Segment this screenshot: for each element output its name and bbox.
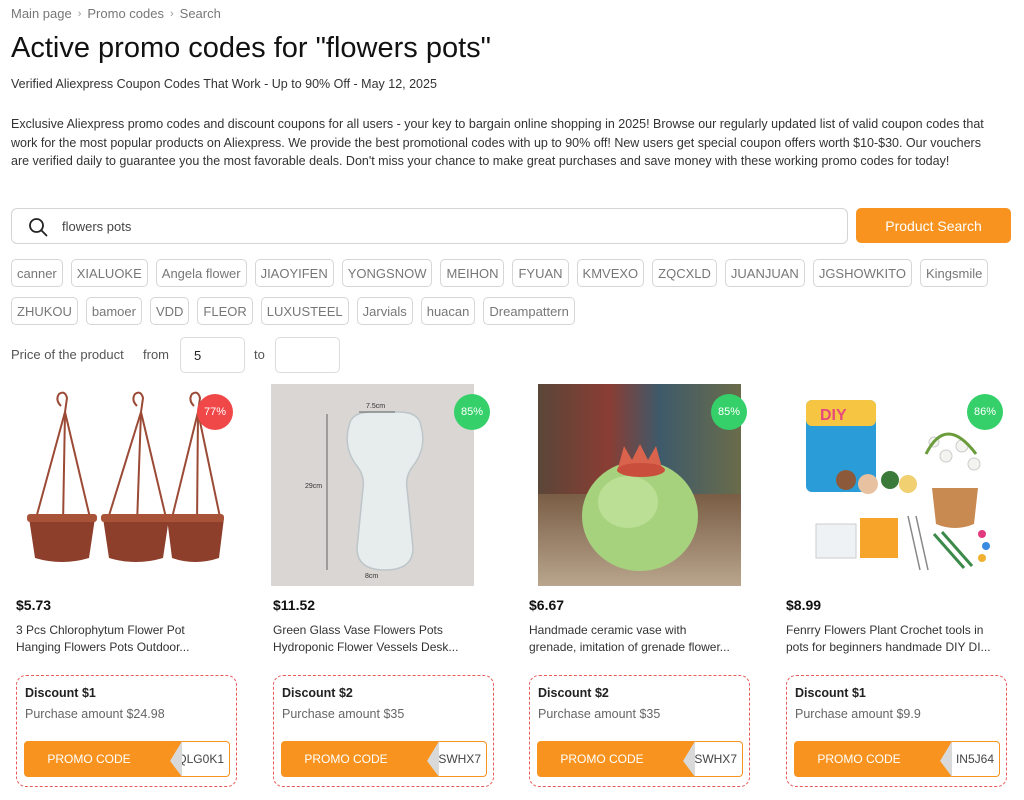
product-title[interactable]: Green Glass Vase Flowers Pots Hydroponic… bbox=[273, 622, 487, 655]
promo-code-button[interactable]: PROMO CODE bbox=[537, 741, 695, 777]
breadcrumb: Main page › Promo codes › Search bbox=[11, 6, 221, 21]
product-title[interactable]: 3 Pcs Chlorophytum Flower Pot Hanging Fl… bbox=[16, 622, 230, 655]
product-card[interactable]: 85% $6.67 Handmade ceramic vase with gre… bbox=[524, 384, 750, 794]
brand-tag[interactable]: bamoer bbox=[85, 297, 142, 325]
search-icon bbox=[29, 218, 48, 237]
brand-tag[interactable]: canner bbox=[11, 259, 63, 287]
coupon-discount: Discount $1 bbox=[25, 686, 96, 700]
coupon-box: Discount $1 Purchase amount $24.98 QLG0K… bbox=[16, 675, 237, 787]
product-price: $5.73 bbox=[16, 597, 52, 613]
product-title[interactable]: Handmade ceramic vase with grenade, imit… bbox=[529, 622, 743, 655]
product-title-line: pots for beginners handmade DIY DI... bbox=[786, 639, 991, 654]
coupon-discount: Discount $2 bbox=[282, 686, 353, 700]
price-to-input[interactable] bbox=[275, 337, 340, 373]
coupon-box: Discount $2 Purchase amount $35 SWHX7 PR… bbox=[529, 675, 750, 787]
product-price: $6.67 bbox=[529, 597, 565, 613]
coupon-discount: Discount $2 bbox=[538, 686, 609, 700]
vase-dimension-bottom: 8cm bbox=[365, 573, 378, 580]
coupon-purchase-amount: Purchase amount $35 bbox=[282, 707, 405, 721]
tab-fold-icon bbox=[160, 741, 182, 777]
coupon-purchase-amount: Purchase amount $9.9 bbox=[795, 707, 921, 721]
brand-tag[interactable]: Jarvials bbox=[356, 297, 413, 325]
product-title[interactable]: Fenrry Flowers Plant Crochet tools in po… bbox=[786, 622, 1000, 655]
product-title-line: Fenrry Flowers Plant Crochet tools in bbox=[786, 623, 984, 637]
price-filter-label: Price of the product bbox=[11, 347, 124, 362]
product-card[interactable]: DIY 86% $8.99 Fenrry Flowers Plant Croch… bbox=[781, 384, 1007, 794]
tab-fold-icon bbox=[673, 741, 695, 777]
promo-code-reveal[interactable]: SWHX7 PROMO CODE bbox=[537, 741, 743, 777]
coupon-box: Discount $2 Purchase amount $35 SWHX7 PR… bbox=[273, 675, 494, 787]
coupon-discount: Discount $1 bbox=[795, 686, 866, 700]
coupon-purchase-amount: Purchase amount $24.98 bbox=[25, 707, 165, 721]
discount-percent-badge: 77% bbox=[197, 394, 233, 430]
kit-brand-text: DIY bbox=[820, 407, 847, 424]
tab-fold-icon bbox=[417, 741, 439, 777]
promo-code-button[interactable]: PROMO CODE bbox=[281, 741, 439, 777]
intro-text: Exclusive Aliexpress promo codes and dis… bbox=[11, 117, 984, 168]
brand-tag-list: canner XIALUOKE Angela flower JIAOYIFEN YONG… bbox=[11, 259, 1011, 325]
chevron-right-icon: › bbox=[77, 7, 82, 20]
vase-dimension-top: 7.5cm bbox=[366, 403, 385, 410]
vase-dimension-side: 29cm bbox=[305, 483, 322, 490]
discount-percent-badge: 85% bbox=[454, 394, 490, 430]
coupon-purchase-amount: Purchase amount $35 bbox=[538, 707, 661, 721]
brand-tag[interactable]: JUANJUAN bbox=[724, 259, 805, 287]
price-from-label: from bbox=[143, 347, 169, 362]
brand-tag[interactable]: YONGSNOW bbox=[341, 259, 433, 287]
product-title-line: 3 Pcs Chlorophytum Flower Pot bbox=[16, 623, 185, 637]
breadcrumb-search: Search bbox=[179, 6, 221, 21]
brand-tag[interactable]: LUXUSTEEL bbox=[260, 297, 349, 325]
brand-tag[interactable]: Kingsmile bbox=[919, 259, 989, 287]
product-price: $8.99 bbox=[786, 597, 822, 613]
price-from-input[interactable] bbox=[180, 337, 245, 373]
discount-percent-badge: 85% bbox=[711, 394, 747, 430]
price-to-label: to bbox=[254, 347, 265, 362]
brand-tag[interactable]: FYUAN bbox=[512, 259, 569, 287]
product-title-line: Hydroponic Flower Vessels Desk... bbox=[273, 639, 459, 654]
search-box bbox=[11, 208, 848, 244]
brand-tag[interactable]: MEIHON bbox=[440, 259, 505, 287]
brand-tag[interactable]: JGSHOWKITO bbox=[812, 259, 912, 287]
brand-tag[interactable]: Angela flower bbox=[155, 259, 247, 287]
product-price: $11.52 bbox=[273, 597, 316, 613]
brand-tag[interactable]: ZQCXLD bbox=[652, 259, 717, 287]
product-title-line: grenade, imitation of grenade flower... bbox=[529, 639, 730, 654]
chevron-right-icon: › bbox=[169, 7, 174, 20]
product-search-button[interactable]: Product Search bbox=[856, 208, 1011, 243]
product-title-line: Handmade ceramic vase with bbox=[529, 623, 687, 637]
promo-code-reveal[interactable]: IN5J64 PROMO CODE bbox=[794, 741, 1000, 777]
product-card[interactable]: 77% $5.73 3 Pcs Chlorophytum Flower Pot … bbox=[11, 384, 237, 794]
brand-tag[interactable]: VDD bbox=[149, 297, 190, 325]
page-title: Active promo codes for "flowers pots" bbox=[11, 32, 491, 64]
product-title-line: Green Glass Vase Flowers Pots bbox=[273, 623, 443, 637]
breadcrumb-promo-codes[interactable]: Promo codes bbox=[87, 6, 164, 21]
breadcrumb-main-page[interactable]: Main page bbox=[11, 6, 72, 21]
promo-code-button[interactable]: PROMO CODE bbox=[794, 741, 952, 777]
promo-code-reveal[interactable]: QLG0K1 PROMO CODE bbox=[24, 741, 230, 777]
brand-tag[interactable]: ZHUKOU bbox=[11, 297, 78, 325]
page-subtitle: Verified Aliexpress Coupon Codes That Wo… bbox=[11, 77, 437, 91]
promo-code-reveal[interactable]: SWHX7 PROMO CODE bbox=[281, 741, 487, 777]
brand-tag[interactable]: Dreampattern bbox=[483, 297, 575, 325]
brand-tag[interactable]: KMVEXO bbox=[576, 259, 645, 287]
product-image-hanging-pots[interactable] bbox=[21, 384, 224, 586]
tab-fold-icon bbox=[930, 741, 952, 777]
brand-tag[interactable]: huacan bbox=[420, 297, 476, 325]
promo-code-button[interactable]: PROMO CODE bbox=[24, 741, 182, 777]
product-image-glass-vase[interactable]: 7.5cm 29cm 8cm bbox=[271, 384, 474, 586]
product-title-line: Hanging Flowers Pots Outdoor... bbox=[16, 639, 190, 654]
product-card[interactable]: 7.5cm 29cm 8cm 85% $11.52 Green Glass Va… bbox=[268, 384, 494, 794]
search-input[interactable] bbox=[62, 216, 822, 236]
brand-tag[interactable]: JIAOYIFEN bbox=[254, 259, 334, 287]
discount-percent-badge: 86% bbox=[967, 394, 1003, 430]
coupon-box: Discount $1 Purchase amount $9.9 IN5J64 … bbox=[786, 675, 1007, 787]
brand-tag[interactable]: FLEOR bbox=[197, 297, 253, 325]
brand-tag[interactable]: XIALUOKE bbox=[70, 259, 148, 287]
